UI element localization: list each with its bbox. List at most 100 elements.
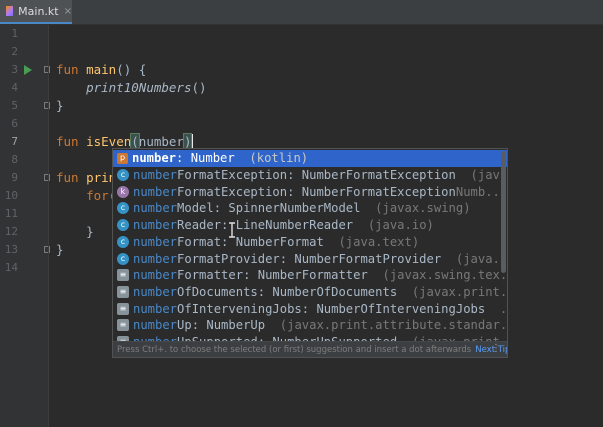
kotlin-file-icon: [6, 6, 14, 16]
completion-item[interactable]: c number FormatException: NumberFormatExce…: [113, 167, 507, 184]
more-options-icon[interactable]: ⋮: [491, 343, 501, 354]
completion-text: Format: NumberFormat: [177, 234, 324, 249]
completion-item[interactable]: c number Reader: LineNumberReader (java.io…: [113, 217, 507, 234]
gutter-row: 4: [0, 79, 48, 97]
line-number: 5: [11, 99, 18, 112]
code-line-12[interactable]: }: [56, 223, 94, 241]
completion-type: Numb...: [455, 184, 507, 199]
code-line-5[interactable]: }: [56, 97, 64, 115]
line-number: 12: [4, 225, 18, 238]
gutter-row: 1: [0, 25, 48, 43]
completion-item[interactable]: ≡ number OfInterveningJobs: NumberOfInterv…: [113, 300, 507, 317]
code-text: }: [56, 242, 64, 257]
keyword: fun: [56, 134, 79, 149]
fold-icon[interactable]: [44, 66, 50, 73]
text-caret: [191, 134, 194, 148]
line-number: 1: [11, 27, 18, 40]
completion-kind-icon: p: [117, 152, 128, 164]
run-icon[interactable]: [24, 65, 32, 75]
completion-kind-icon: ≡: [117, 269, 129, 282]
completion-location: (javax.swing.tex...: [382, 268, 508, 283]
completion-location: (javax.print.attribute.standar...: [279, 318, 507, 333]
gutter-row: 13: [0, 241, 50, 259]
tab-main-kt[interactable]: Main.kt ×: [0, 0, 72, 24]
function-name: isEven: [86, 134, 132, 149]
completion-text: : Number: [176, 151, 235, 166]
completion-location: (kotlin): [249, 151, 309, 166]
code-editor[interactable]: Main.kt × 1 2 3 4 5 6 7 8 9 10 11 12 13 …: [0, 0, 603, 427]
paren-highlight: ): [183, 133, 193, 150]
fold-icon[interactable]: [44, 174, 50, 181]
code-text: (): [191, 80, 207, 95]
code-text: }: [56, 98, 64, 113]
code-line-10[interactable]: for(: [56, 187, 116, 205]
gutter-row: 11: [0, 205, 48, 223]
fold-icon[interactable]: [44, 246, 50, 253]
completion-match: number: [133, 184, 178, 199]
code-text: }: [86, 224, 94, 239]
line-number: 11: [4, 207, 18, 220]
completion-kind-icon: c: [117, 202, 129, 215]
line-number: 14: [4, 261, 18, 274]
gutter-row: 14: [0, 259, 48, 277]
line-number: 9: [11, 171, 18, 184]
completion-item[interactable]: ≡ number OfDocuments: NumberOfDocuments (j…: [113, 284, 507, 301]
close-icon[interactable]: ×: [64, 6, 72, 17]
line-number: 6: [11, 117, 18, 130]
completion-kind-icon: c: [117, 252, 129, 265]
completion-text: Model: SpinnerNumberModel: [177, 201, 361, 216]
completion-kind-icon: c: [117, 235, 129, 248]
completion-kind-icon: ≡: [117, 302, 129, 315]
completion-location: (java...: [455, 251, 507, 266]
tab-label: Main.kt: [18, 4, 59, 18]
completion-footer: Press Ctrl+. to choose the selected (or …: [113, 341, 507, 357]
line-number: 2: [11, 45, 18, 58]
gutter-row: 3: [0, 61, 50, 79]
completion-item[interactable]: k number FormatException: NumberFormatExce…: [113, 183, 507, 200]
code-line-9[interactable]: fun prin: [56, 169, 116, 187]
completion-item[interactable]: c number Format: NumberFormat (java.text): [113, 234, 507, 251]
completion-text: FormatException: NumberFormatException: [177, 168, 456, 183]
line-number-gutter: 1 2 3 4 5 6 7 8 9 10 11 12 13 14: [0, 25, 50, 427]
completion-item[interactable]: ≡ number Formatter: NumberFormatter (javax…: [113, 267, 507, 284]
completion-item[interactable]: p number: Number (kotlin): [113, 150, 507, 167]
code-line-4[interactable]: print10Numbers(): [56, 79, 207, 97]
line-number: 3: [11, 63, 18, 76]
gutter-row: 10: [0, 187, 48, 205]
completion-match: number: [133, 318, 178, 333]
line-number: 4: [11, 81, 18, 94]
completion-kind-icon: k: [117, 185, 129, 198]
completion-match: number: [133, 201, 178, 216]
completion-kind-icon: ≡: [117, 285, 129, 298]
completion-match: number: [133, 251, 178, 266]
completion-item[interactable]: c number Model: SpinnerNumberModel (javax.…: [113, 200, 507, 217]
completion-location: (javax.print...: [411, 284, 507, 299]
completion-kind-icon: c: [117, 169, 129, 182]
keyword: fun: [56, 170, 79, 185]
completion-item[interactable]: c number FormatProvider: NumberFormatProvi…: [113, 250, 507, 267]
gutter-row: 12: [0, 223, 48, 241]
completion-text: OfInterveningJobs: NumberOfInterveningJo…: [177, 301, 486, 316]
keyword: for: [86, 188, 109, 203]
code-line-3[interactable]: fun main() {: [56, 61, 146, 79]
completion-text: Reader: LineNumberReader: [177, 218, 354, 233]
completion-text: Formatter: NumberFormatter: [177, 268, 368, 283]
gutter-row: 6: [0, 115, 48, 133]
completion-location: (java.io): [367, 218, 434, 233]
completion-popup[interactable]: p number: Number (kotlin) c number FormatExc…: [112, 148, 508, 358]
tab-bar: Main.kt ×: [0, 0, 603, 25]
completion-item[interactable]: ≡ number Up: NumberUp (javax.print.attribu…: [113, 317, 507, 334]
fold-icon[interactable]: [44, 102, 50, 109]
completion-match: number: [133, 218, 178, 233]
paren-highlight: (: [130, 133, 140, 150]
code-line-13[interactable]: }: [56, 241, 64, 259]
line-number: 13: [4, 243, 18, 256]
completion-match: number: [133, 234, 178, 249]
function-call: print10Numbers: [86, 80, 192, 95]
function-name: main: [86, 62, 117, 77]
scrollbar-thumb[interactable]: [501, 151, 506, 273]
completion-kind-icon: c: [117, 219, 129, 232]
code-text: number: [138, 134, 184, 149]
gutter-row: 2: [0, 43, 48, 61]
completion-match: number: [132, 151, 177, 166]
